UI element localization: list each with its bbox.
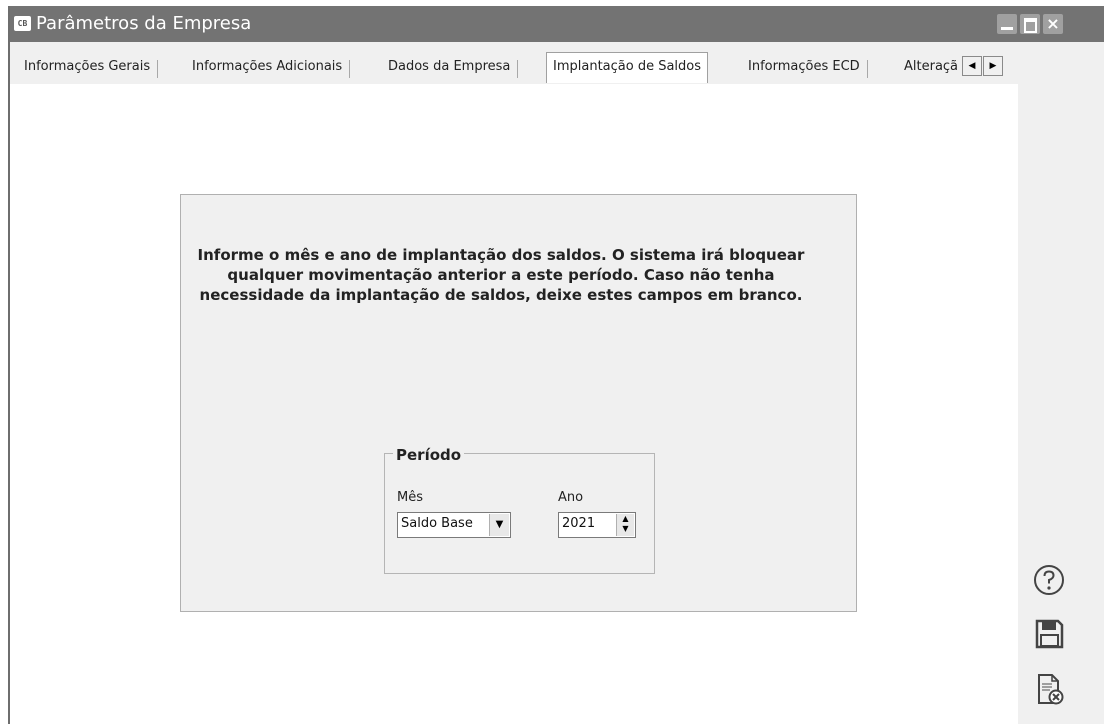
title-bar[interactable]: CB Parâmetros da Empresa ×: [10, 6, 1104, 42]
triangle-right-icon: ▶: [989, 61, 997, 71]
tab-dados-da-empresa[interactable]: Dados da Empresa: [382, 56, 519, 82]
periodo-groupbox: Período Mês Ano Saldo Base ▼ 2021 ▲ ▼: [384, 446, 655, 574]
periodo-title: Período: [393, 446, 465, 464]
tab-informacoes-gerais[interactable]: Informações Gerais: [18, 56, 159, 82]
tab-informacoes-ecd[interactable]: Informações ECD: [742, 56, 868, 82]
mes-select[interactable]: Saldo Base ▼: [397, 512, 511, 538]
info-text: Informe o mês e ano de implantação dos s…: [191, 245, 811, 305]
cancel-document-icon[interactable]: [1032, 672, 1066, 706]
close-button[interactable]: ×: [1043, 14, 1063, 34]
tab-bar: Informações Gerais Informações Adicionai…: [10, 50, 1018, 85]
tab-implantacao-de-saldos[interactable]: Implantação de Saldos: [546, 52, 709, 83]
spin-arrows-icon[interactable]: ▲ ▼: [616, 514, 634, 536]
maximize-button[interactable]: [1020, 14, 1040, 34]
info-line: qualquer movimentação anterior a este pe…: [227, 266, 775, 284]
info-line: necessidade da implantação de saldos, de…: [199, 286, 803, 304]
close-icon: ×: [1046, 14, 1060, 33]
tab-scroll-right-button[interactable]: ▶: [983, 56, 1003, 76]
save-icon[interactable]: [1032, 617, 1066, 651]
ano-label: Ano: [558, 490, 584, 505]
app-icon: CB: [14, 16, 31, 31]
tab-alteracao[interactable]: Alteraçã: [898, 56, 964, 82]
ano-spinner-value: 2021: [562, 516, 596, 531]
tab-informacoes-adicionais[interactable]: Informações Adicionais: [186, 56, 351, 82]
implantacao-panel: Informe o mês e ano de implantação dos s…: [180, 194, 857, 612]
help-icon[interactable]: [1032, 563, 1066, 597]
window-title: Parâmetros da Empresa: [36, 13, 252, 34]
ano-spinner[interactable]: 2021 ▲ ▼: [558, 512, 636, 538]
mes-label: Mês: [397, 490, 423, 505]
tab-scroll-controls: ◀ ▶: [962, 56, 1006, 78]
chevron-down-icon[interactable]: ▼: [489, 514, 509, 536]
mes-select-value: Saldo Base: [401, 516, 473, 531]
minimize-button[interactable]: [997, 14, 1017, 34]
info-line: Informe o mês e ano de implantação dos s…: [197, 246, 805, 264]
triangle-left-icon: ◀: [968, 61, 976, 71]
tab-scroll-left-button[interactable]: ◀: [962, 56, 982, 76]
